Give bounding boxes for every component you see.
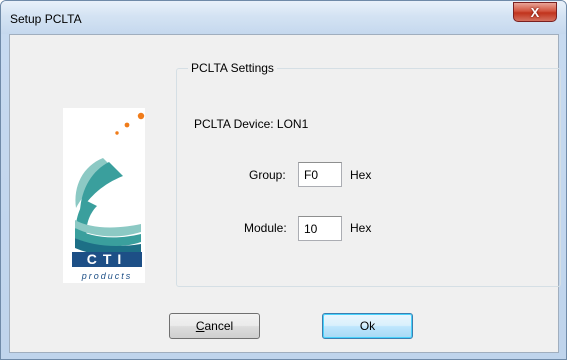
logo-tagline-text: products (81, 271, 133, 281)
logo-dot-medium (124, 122, 130, 128)
group-label: Group: (249, 168, 286, 182)
close-icon: X (530, 4, 540, 20)
group-unit-label: Hex (350, 168, 372, 182)
ok-label: Ok (359, 319, 376, 333)
module-input[interactable] (298, 216, 342, 241)
module-label: Module: (244, 221, 287, 235)
group-input[interactable] (298, 162, 342, 187)
title-bar[interactable]: Setup PCLTA X (1, 1, 566, 34)
cancel-button[interactable]: Cancel (169, 313, 260, 339)
cti-products-logo: CTI products (63, 108, 145, 283)
window-title: Setup PCLTA (10, 12, 82, 26)
logo-graphic: CTI products (72, 112, 145, 281)
cancel-label: ancel (204, 319, 234, 333)
cancel-mnemonic: C (195, 319, 205, 333)
logo-dot-small (115, 131, 119, 135)
setup-pclta-dialog: Setup PCLTA X CTI products PCLTA Setting… (0, 0, 567, 360)
logo-brand-text: CTI (87, 251, 128, 267)
dialog-client-area: CTI products PCLTA Settings PCLTA Device… (9, 34, 561, 353)
module-unit-label: Hex (350, 221, 372, 235)
close-button[interactable]: X (513, 2, 557, 22)
pclta-device-label: PCLTA Device: LON1 (194, 117, 309, 131)
pclta-settings-title: PCLTA Settings (188, 61, 277, 75)
logo-dot-large (137, 112, 145, 120)
ok-button[interactable]: Ok (322, 313, 413, 339)
